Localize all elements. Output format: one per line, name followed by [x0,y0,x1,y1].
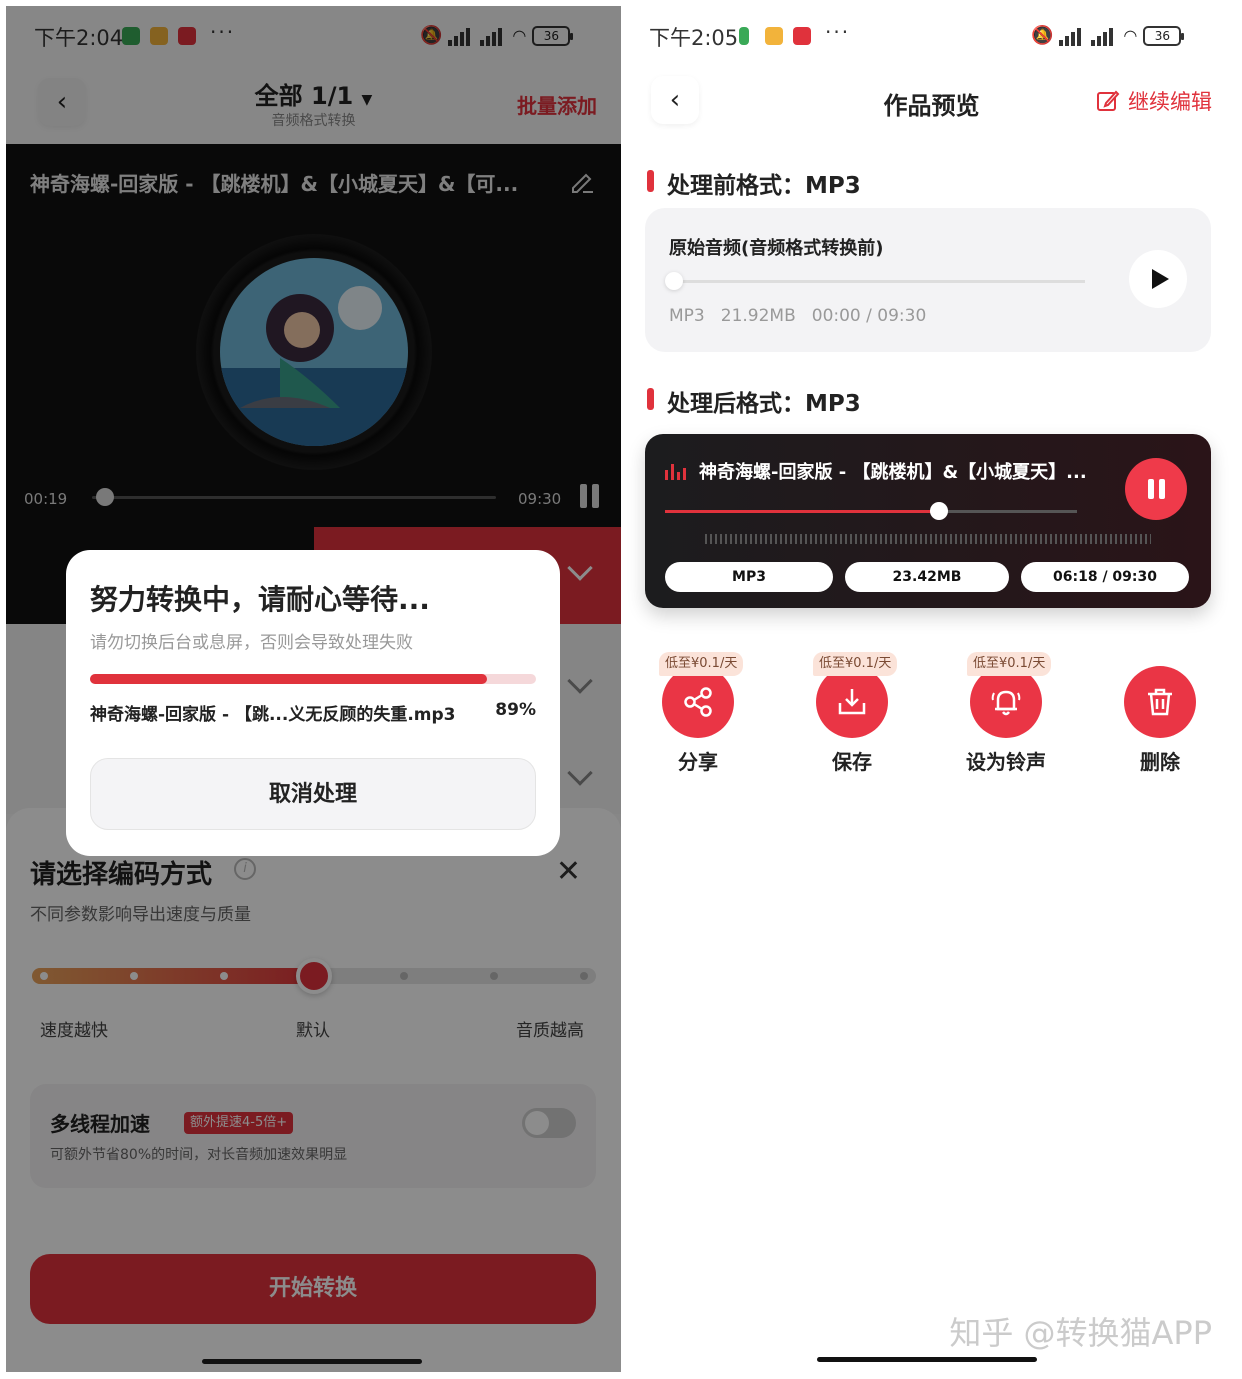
cancel-button[interactable]: 取消处理 [90,758,536,830]
continue-edit-button[interactable]: 继续编辑 [1096,86,1212,116]
wifi-icon: ◠ [1123,26,1138,45]
status-icons: 🔕 ◠ 36 [1031,25,1185,46]
left-screen: 下午2:04 ··· 🔕 ◠ 36 ‹ 全部 1/1 ▼ 音频格式转换 批量添加… [6,6,621,1372]
download-icon [838,689,866,715]
equalizer-icon [665,464,691,480]
bell-icon [991,690,1021,716]
save-label: 保存 [832,750,872,774]
battery-icon: 36 [1143,25,1185,46]
delete-action[interactable]: 删除 [1085,652,1235,782]
conversion-progress [90,674,536,684]
right-screen: 下午2:05 ··· 🔕 ◠ 36 ‹ 作品预览 继续编辑 处理前格式：MP3 … [621,0,1242,1379]
home-indicator[interactable] [817,1357,1037,1362]
original-seek-bar[interactable] [669,280,1085,283]
app-notification-icon [739,27,749,45]
before-format-label: 处理前格式：MP3 [647,166,861,200]
signal-icon [1059,26,1085,46]
status-time: 下午2:05 [649,26,739,50]
continue-edit-label: 继续编辑 [1128,90,1212,114]
original-format: MP3 [669,306,705,326]
converting-file-name: 神奇海螺-回家版 - 【跳...义无反顾的失重.mp3 [90,705,456,725]
signal-icon [1091,26,1117,46]
redbook-notification-icon [793,27,811,45]
trash-icon [1148,688,1172,716]
edit-icon [1097,90,1120,111]
price-badge: 低至¥0.1/天 [659,652,744,676]
more-notifications-icon: ··· [825,20,851,44]
original-seek-handle[interactable] [665,272,683,290]
status-bar: 下午2:05 ··· 🔕 ◠ 36 [621,6,1242,66]
ringtone-label: 设为铃声 [966,750,1046,774]
note-notification-icon [765,27,783,45]
dialog-title: 努力转换中，请耐心等待... [90,583,430,616]
ringtone-action[interactable]: 低至¥0.1/天 设为铃声 [931,652,1081,782]
share-action[interactable]: 低至¥0.1/天 分享 [623,652,773,782]
watermark: 知乎 @转换猫APP [949,1314,1212,1352]
mute-icon: 🔕 [1031,25,1054,46]
delete-label: 删除 [1140,750,1180,774]
original-time: 00:00 / 09:30 [811,306,927,326]
progress-dialog: 努力转换中，请耐心等待... 请勿切换后台或息屏，否则会导致处理失败 神奇海螺-… [66,550,560,856]
original-audio-meta: MP3 21.92MB 00:00 / 09:30 [669,306,926,326]
save-button[interactable] [816,666,888,738]
play-icon[interactable] [1129,250,1187,308]
share-icon [684,687,712,717]
original-audio-card: 原始音频(音频格式转换前) MP3 21.92MB 00:00 / 09:30 [645,208,1211,352]
progress-percent: 89% [495,700,536,720]
share-label: 分享 [678,750,718,774]
size-chip: 23.42MB [845,562,1009,592]
processed-audio-card: 神奇海螺-回家版 - 【跳楼机】&【小城夏天】... MP3 23.42MB 0… [645,434,1211,608]
home-indicator[interactable] [202,1359,422,1364]
waveform [705,534,1151,544]
processed-seek-fill [665,510,939,513]
processed-seek-bar[interactable] [665,510,1077,513]
delete-button[interactable] [1124,666,1196,738]
original-audio-title: 原始音频(音频格式转换前) [669,238,884,259]
pause-icon[interactable] [1125,458,1187,520]
processed-seek-handle[interactable] [929,502,948,520]
conversion-progress-fill [90,674,487,684]
original-size: 21.92MB [720,306,796,326]
ringtone-button[interactable] [970,666,1042,738]
save-action[interactable]: 低至¥0.1/天 保存 [777,652,927,782]
format-chip: MP3 [665,562,833,592]
top-nav: ‹ 作品预览 继续编辑 [621,60,1242,140]
time-chip: 06:18 / 09:30 [1021,562,1189,592]
share-button[interactable] [662,666,734,738]
after-format-label: 处理后格式：MP3 [647,384,861,418]
dialog-subtitle: 请勿切换后台或息屏，否则会导致处理失败 [90,633,413,653]
price-badge: 低至¥0.1/天 [967,652,1052,676]
price-badge: 低至¥0.1/天 [813,652,898,676]
processed-track-title: 神奇海螺-回家版 - 【跳楼机】&【小城夏天】... [699,462,1087,483]
